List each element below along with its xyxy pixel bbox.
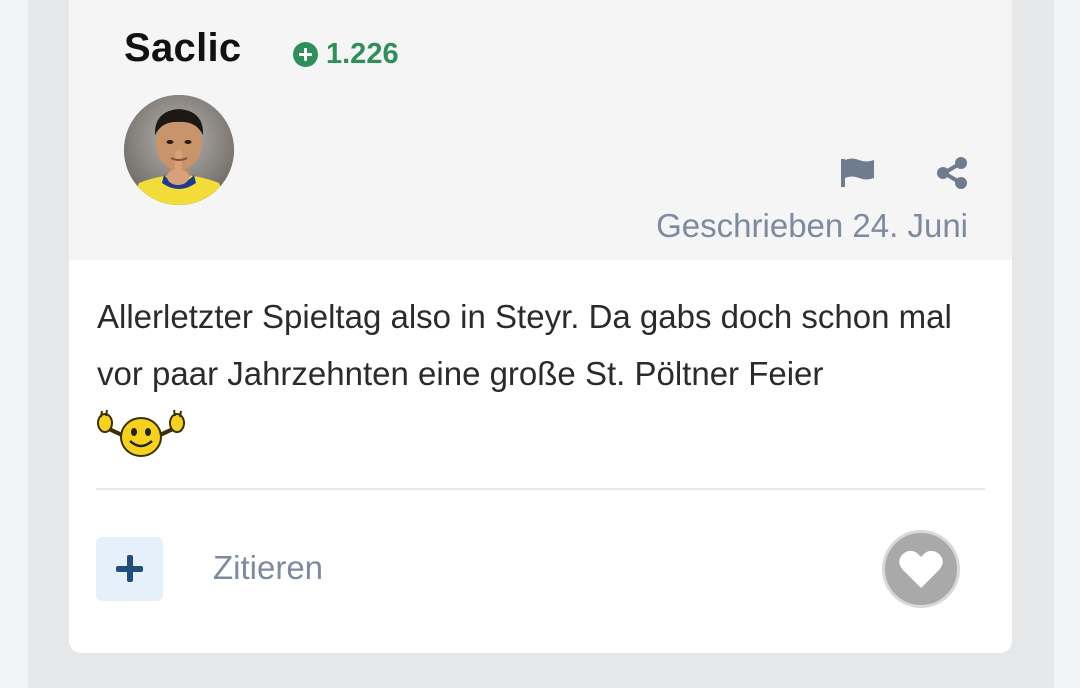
page-background-left <box>0 0 28 688</box>
avatar[interactable] <box>124 95 234 205</box>
quote-button[interactable]: Zitieren <box>213 549 323 587</box>
page-background-right <box>1054 0 1080 688</box>
add-button[interactable] <box>96 537 163 601</box>
cheering-smiley-icon <box>97 409 185 459</box>
heart-icon <box>899 550 943 588</box>
post-header: Saclic 1.226 Geschrieben 24. Juni <box>69 0 1012 260</box>
flag-icon[interactable] <box>840 157 876 189</box>
plus-circle-icon <box>293 42 318 67</box>
post-body-text: Allerletzter Spieltag also in Steyr. Da … <box>97 298 952 392</box>
divider <box>96 488 985 490</box>
author-name[interactable]: Saclic <box>124 26 241 71</box>
share-icon[interactable] <box>935 156 969 190</box>
post-date[interactable]: Geschrieben 24. Juni <box>656 207 968 245</box>
post-card: Saclic 1.226 Geschrieben 24. Juni Allerl… <box>69 0 1012 653</box>
reputation-badge: 1.226 <box>293 38 399 71</box>
like-button[interactable] <box>882 530 960 608</box>
reputation-value: 1.226 <box>326 38 399 70</box>
